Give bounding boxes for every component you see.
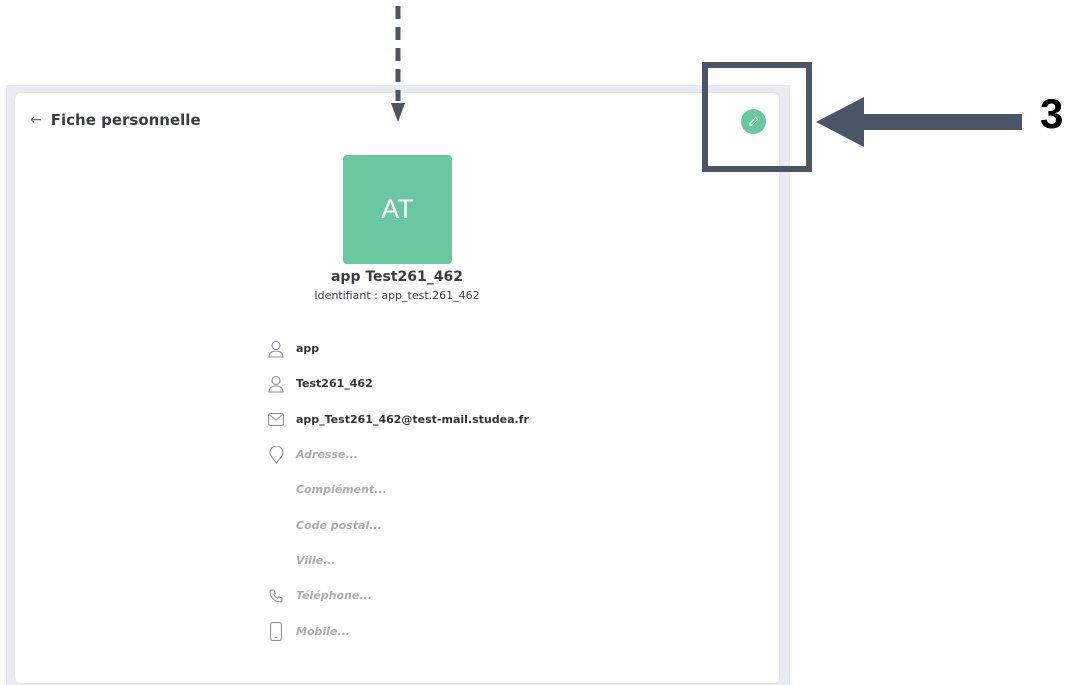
- page-title: Fiche personnelle: [50, 111, 201, 129]
- postal-code-row: Code postal...: [267, 507, 529, 542]
- phone-field[interactable]: Téléphone...: [296, 589, 372, 602]
- address-row: Adresse...: [267, 437, 529, 472]
- email-value[interactable]: app_Test261_462@test-mail.studea.fr: [296, 413, 529, 426]
- first-name-value[interactable]: app: [296, 342, 319, 355]
- avatar: AT: [343, 155, 452, 264]
- last-name-value[interactable]: Test261_462: [296, 377, 373, 390]
- email-row: app_Test261_462@test-mail.studea.fr: [267, 402, 529, 437]
- mobile-field[interactable]: Mobile...: [296, 625, 350, 638]
- complement-field[interactable]: Complément...: [296, 483, 387, 496]
- avatar-initials: AT: [381, 194, 414, 224]
- annotation-highlight-box: [702, 62, 812, 172]
- back-arrow-icon[interactable]: ←: [30, 113, 42, 127]
- phone-row: Téléphone...: [267, 578, 529, 613]
- map-pin-icon: [267, 445, 285, 465]
- city-row: Ville...: [267, 543, 529, 578]
- page-header: ← Fiche personnelle: [30, 111, 201, 129]
- address-field[interactable]: Adresse...: [296, 448, 358, 461]
- phone-icon: [267, 586, 285, 606]
- smartphone-icon: [267, 621, 285, 641]
- annotation-dashed-arrow: [391, 6, 405, 122]
- first-name-row: app: [267, 331, 529, 366]
- full-name: app Test261_462: [330, 269, 464, 285]
- user-icon: [267, 339, 285, 359]
- mail-icon: [267, 409, 285, 429]
- personal-file-card: ← Fiche personnelle AT app Test261_462 I…: [15, 93, 779, 683]
- last-name-row: Test261_462: [267, 366, 529, 401]
- postal-code-field[interactable]: Code postal...: [296, 519, 382, 532]
- identifier: Identifiant : app_test.261_462: [314, 289, 480, 302]
- annotation-step-number: 3: [1040, 90, 1064, 137]
- contact-info-list: app Test261_462 app_Test261_462@test-mai…: [267, 331, 529, 649]
- annotation-arrow-left: [816, 97, 1022, 147]
- user-icon: [267, 374, 285, 394]
- complement-row: Complément...: [267, 472, 529, 507]
- city-field[interactable]: Ville...: [296, 554, 336, 567]
- mobile-row: Mobile...: [267, 613, 529, 648]
